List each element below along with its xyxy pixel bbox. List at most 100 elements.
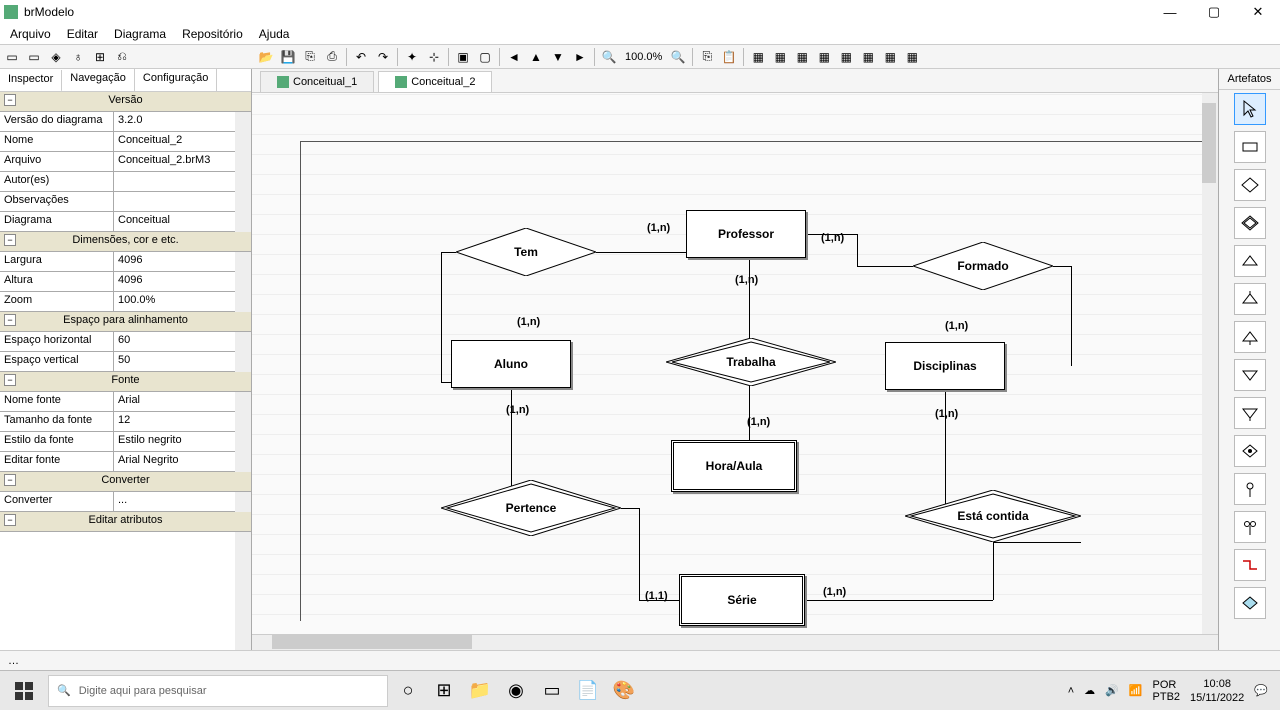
tool-align2-icon[interactable]: ▦ [770,47,790,67]
tool-weak-icon[interactable] [1234,435,1266,467]
tool-zoomin-icon[interactable]: 🔍 [668,47,688,67]
tool-hier-icon[interactable]: ⊞ [90,47,110,67]
tool-copy-icon[interactable]: ⎘ [300,47,320,67]
relation-estacontida[interactable]: Está contida [905,490,1081,542]
taskbar-taskview-icon[interactable]: ⊞ [428,675,460,707]
taskbar-search[interactable]: 🔍 Digite aqui para pesquisar [48,675,388,707]
doctab-2[interactable]: Conceitual_2 [378,71,492,92]
menu-ajuda[interactable]: Ajuda [251,25,298,43]
tool-proc-icon[interactable]: ⎌ [112,47,132,67]
entity-professor[interactable]: Professor [686,210,806,258]
relation-pertence[interactable]: Pertence [441,480,621,536]
tool-attr-icon[interactable] [1234,473,1266,505]
prop-row[interactable]: Altura4096 [0,272,251,292]
tool-gen2-icon[interactable] [1234,397,1266,429]
relation-trabalha[interactable]: Trabalha [666,338,836,386]
tool-spec2-icon[interactable] [1234,283,1266,315]
prop-section-header[interactable]: −Dimensões, cor e etc. [0,232,251,252]
tool-folder-icon[interactable]: 📂 [256,47,276,67]
canvas-vscroll[interactable] [1202,93,1218,634]
tool-paste-icon[interactable]: 📋 [719,47,739,67]
tool-nav-left-icon[interactable]: ◄ [504,47,524,67]
prop-row[interactable]: Editar fonteArial Negrito [0,452,251,472]
prop-row[interactable]: Nome fonteArial [0,392,251,412]
inspector-scrollbar[interactable] [235,92,251,650]
tool-copy2-icon[interactable]: ⎘ [697,47,717,67]
tool-nav-right-icon[interactable]: ► [570,47,590,67]
tray-onedrive-icon[interactable]: ☁ [1084,684,1095,697]
tab-navegacao[interactable]: Navegação [62,69,135,91]
prop-section-header[interactable]: −Editar atributos [0,512,251,532]
prop-row[interactable]: NomeConceitual_2 [0,132,251,152]
prop-row[interactable]: Converter... [0,492,251,512]
tool-tree-icon[interactable]: ♁ [68,47,88,67]
doctab-1[interactable]: Conceitual_1 [260,71,374,92]
prop-row[interactable]: Espaço horizontal60 [0,332,251,352]
tray-up-icon[interactable]: ˄ [1068,685,1074,697]
tool-link-icon[interactable]: ◈ [46,47,66,67]
tool-zoomout-icon[interactable]: 🔍 [599,47,619,67]
diagram-canvas[interactable]: ProfessorAlunoDisciplinasHora/AulaSérieT… [252,93,1218,634]
tool-new-icon[interactable]: ▭ [2,47,22,67]
prop-row[interactable]: Tamanho da fonte12 [0,412,251,432]
prop-row[interactable]: Versão do diagrama3.2.0 [0,112,251,132]
entity-serie[interactable]: Série [679,574,805,626]
tray-notifications-icon[interactable]: 💬 [1254,684,1268,697]
prop-row[interactable]: Observações [0,192,251,212]
prop-row[interactable]: DiagramaConceitual [0,212,251,232]
tool-undo-icon[interactable]: ↶ [351,47,371,67]
entity-aluno[interactable]: Aluno [451,340,571,388]
tool-align1-icon[interactable]: ▦ [748,47,768,67]
tool-align7-icon[interactable]: ▦ [880,47,900,67]
relation-tem[interactable]: Tem [456,228,596,276]
prop-row[interactable]: Largura4096 [0,252,251,272]
tool-line-icon[interactable] [1234,549,1266,581]
entity-horaaula[interactable]: Hora/Aula [671,440,797,492]
prop-section-header[interactable]: −Converter [0,472,251,492]
tool-front-icon[interactable]: ▣ [453,47,473,67]
tab-configuracao[interactable]: Configuração [135,69,217,91]
tool-grid-icon[interactable]: ⊹ [424,47,444,67]
tool-align3-icon[interactable]: ▦ [792,47,812,67]
tool-save-icon[interactable]: 💾 [278,47,298,67]
tool-spec3-icon[interactable] [1234,321,1266,353]
prop-row[interactable]: Autor(es) [0,172,251,192]
minimize-button[interactable]: — [1160,5,1180,19]
tool-align6-icon[interactable]: ▦ [858,47,878,67]
tool-note-icon[interactable] [1234,587,1266,619]
menu-repositorio[interactable]: Repositório [174,25,251,43]
tab-inspector[interactable]: Inspector [0,70,62,92]
taskbar-notepad-icon[interactable]: 📄 [572,675,604,707]
tool-back-icon[interactable]: ▢ [475,47,495,67]
prop-row[interactable]: Zoom100.0% [0,292,251,312]
tool-pointer-icon[interactable] [1234,93,1266,125]
tool-align5-icon[interactable]: ▦ [836,47,856,67]
taskbar-paint-icon[interactable]: 🎨 [608,675,640,707]
tool-nav-up-icon[interactable]: ▲ [526,47,546,67]
tool-relation-icon[interactable] [1234,169,1266,201]
tool-nav-down-icon[interactable]: ▼ [548,47,568,67]
prop-section-header[interactable]: −Versão [0,92,251,112]
tool-redo-icon[interactable]: ↷ [373,47,393,67]
tray-wifi-icon[interactable]: 📶 [1129,684,1143,697]
tray-lang[interactable]: POR PTB2 [1153,679,1181,703]
tool-align4-icon[interactable]: ▦ [814,47,834,67]
tool-align8-icon[interactable]: ▦ [902,47,922,67]
prop-section-header[interactable]: −Espaço para alinhamento [0,312,251,332]
prop-row[interactable]: Estilo da fonteEstilo negrito [0,432,251,452]
tool-print-icon[interactable]: ⎙ [322,47,342,67]
prop-section-header[interactable]: −Fonte [0,372,251,392]
taskbar-brmodelo-icon[interactable]: ▭ [536,675,568,707]
tool-snap-icon[interactable]: ✦ [402,47,422,67]
taskbar-chrome-icon[interactable]: ◉ [500,675,532,707]
tool-autorelation-icon[interactable] [1234,207,1266,239]
prop-row[interactable]: Espaço vertical50 [0,352,251,372]
tool-open-icon[interactable]: ▭ [24,47,44,67]
prop-row[interactable]: ArquivoConceitual_2.brM3 [0,152,251,172]
maximize-button[interactable]: ▢ [1204,5,1224,19]
taskbar-cortana-icon[interactable]: ○ [392,675,424,707]
taskbar-explorer-icon[interactable]: 📁 [464,675,496,707]
menu-arquivo[interactable]: Arquivo [2,25,59,43]
menu-diagrama[interactable]: Diagrama [106,25,174,43]
tool-multiattr-icon[interactable] [1234,511,1266,543]
